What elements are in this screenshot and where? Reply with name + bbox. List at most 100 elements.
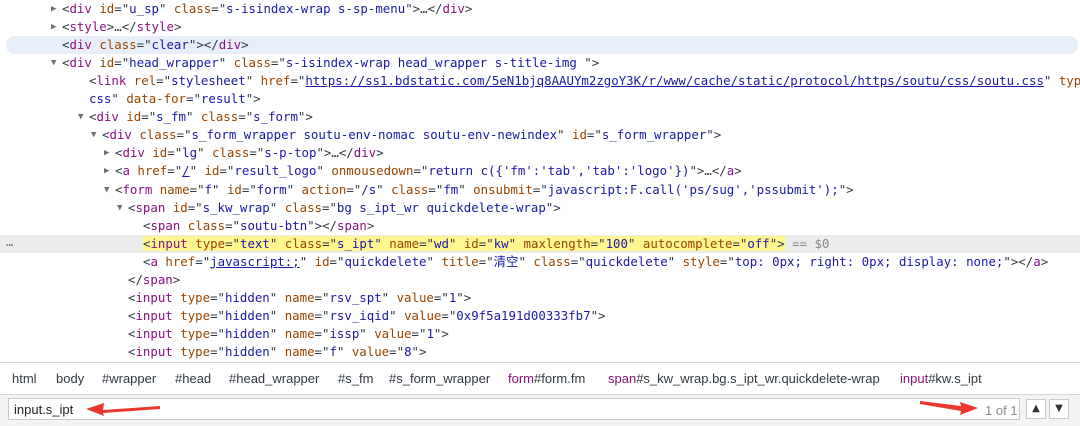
dom-node[interactable]: ▶ <a href="/" id="result_logo" onmousedow…	[0, 162, 1080, 180]
markup-token: ="	[732, 235, 748, 251]
node-menu-icon[interactable]: …	[6, 233, 13, 251]
breadcrumb-item[interactable]: #s_fm	[338, 371, 373, 386]
dom-node[interactable]: <input type="hidden" name="issp" value="…	[0, 325, 1080, 343]
markup-token: title	[441, 253, 479, 269]
markup-token: ="	[141, 109, 157, 125]
dom-node[interactable]: ▼ <div id="head_wrapper" class="s-isindex…	[0, 54, 1080, 72]
markup-token: wd	[434, 235, 449, 251]
previous-match-button[interactable]: ▲	[1026, 399, 1046, 419]
expand-triangle-down-icon[interactable]: ▼	[78, 108, 83, 126]
markup-token: a	[122, 163, 138, 179]
markup-token: ="	[225, 217, 241, 233]
dom-node[interactable]: <input type="hidden" name="rsv_spt" valu…	[0, 289, 1080, 307]
markup-token: name	[389, 235, 420, 251]
attribute-link[interactable]: javascript:;	[210, 254, 300, 269]
expand-triangle-down-icon[interactable]: ▼	[104, 181, 109, 199]
dom-node[interactable]: </span>	[0, 271, 1080, 289]
markup-token: class	[391, 181, 429, 197]
markup-token: ="	[478, 235, 494, 251]
breadcrumb-label: #wrapper	[102, 371, 157, 386]
markup-token: ="	[314, 289, 330, 305]
next-match-button[interactable]: ▼	[1049, 399, 1069, 419]
dom-node[interactable]: <input type="hidden" name="f" value="8">	[0, 343, 1080, 361]
markup-token: div	[353, 145, 377, 161]
markup-token: ">…</	[316, 145, 354, 161]
markup-token: "	[245, 73, 261, 89]
markup-token: div	[69, 37, 100, 53]
markup-token: onsubmit	[473, 181, 533, 197]
markup-token: "	[627, 235, 643, 251]
breadcrumb-item[interactable]: #head	[175, 371, 211, 386]
markup-token: ="	[433, 289, 449, 305]
dom-node[interactable]: <link rel="stylesheet" href="https://ss1…	[0, 72, 1080, 90]
markup-token: stylesheet	[171, 73, 246, 89]
markup-token: "	[159, 1, 174, 16]
markup-token: onmousedown	[331, 163, 414, 179]
markup-token: s-p-top	[264, 145, 317, 161]
markup-token: ="	[210, 289, 225, 305]
markup-token: ="	[211, 1, 227, 16]
markup-token: 8	[404, 343, 412, 359]
breadcrumb-item[interactable]: #s_form_wrapper	[389, 371, 490, 386]
elements-tree: ▶ <div id="u_sp" class="s-isindex-wrap s-…	[0, 0, 1080, 362]
markup-token: "	[376, 181, 392, 197]
node-markup: <input type="hidden" name="issp" value="…	[128, 325, 449, 343]
breadcrumb-label: html	[12, 371, 37, 386]
expand-triangle-down-icon[interactable]: ▼	[117, 199, 122, 217]
markup-token: "	[1043, 73, 1059, 89]
dom-node[interactable]: ▶ <div id="u_sp" class="s-isindex-wrap s-…	[0, 0, 1080, 18]
dom-node[interactable]: <div class="clear"></div>	[6, 36, 1078, 55]
dom-node[interactable]: ▶ <style>…</style>	[0, 18, 1080, 36]
breadcrumb-item[interactable]: body	[56, 371, 84, 386]
breadcrumb-item[interactable]: form#form.fm	[508, 371, 585, 386]
search-input[interactable]	[8, 398, 1020, 420]
markup-token: ="	[478, 253, 494, 269]
expand-triangle-right-icon[interactable]: ▶	[104, 162, 109, 180]
breadcrumb-item[interactable]: span#s_kw_wrap.bg.s_ipt_wr.quickdelete-w…	[608, 371, 880, 386]
dom-node[interactable]: ▼ <span id="s_kw_wrap" class="bg s_ipt_wr…	[0, 199, 1080, 217]
markup-token: class	[200, 109, 239, 125]
markup-token: bg s_ipt_wr quickdelete-wrap	[336, 199, 546, 215]
expand-triangle-right-icon[interactable]: ▶	[104, 144, 109, 162]
markup-token: "	[667, 253, 683, 269]
dom-node[interactable]: ▶ <div id="lg" class="s-p-top">…</div>	[0, 144, 1080, 162]
dom-node[interactable]: <input type="hidden" name="rsv_iqid" val…	[0, 307, 1080, 325]
markup-token: ">…</	[405, 1, 443, 16]
attribute-link[interactable]: /	[182, 163, 189, 178]
expand-triangle-down-icon[interactable]: ▼	[51, 54, 56, 72]
markup-token: link	[96, 73, 134, 89]
dom-node[interactable]: css" data-for="result">	[0, 90, 1080, 108]
breadcrumb-item[interactable]: html	[12, 371, 37, 386]
breadcrumb-item[interactable]: #head_wrapper	[229, 371, 319, 386]
breadcrumb-label: #form.fm	[534, 371, 586, 386]
node-markup: <span id="s_kw_wrap" class="bg s_ipt_wr …	[128, 199, 561, 217]
expand-triangle-right-icon[interactable]: ▶	[51, 18, 56, 36]
markup-token: >	[366, 217, 375, 233]
markup-token: ">	[456, 289, 472, 305]
dom-node[interactable]: ▼ <div id="s_fm" class="s_form">	[0, 108, 1080, 126]
markup-token: input	[135, 289, 181, 305]
markup-token: ="	[413, 163, 429, 179]
markup-token: s_fm	[156, 109, 186, 125]
markup-token: ="	[322, 235, 337, 251]
dom-node[interactable]: ▼ <div class="s_form_wrapper soutu-env-no…	[0, 126, 1080, 144]
dom-node[interactable]: ▼ <form name="f" id="form" action="/s" cl…	[0, 181, 1080, 199]
markup-token: "	[111, 91, 127, 107]
markup-token: ">	[411, 343, 427, 359]
markup-token: ="	[314, 343, 330, 359]
markup-token: ">	[433, 325, 449, 341]
breadcrumb-item[interactable]: #wrapper	[102, 371, 156, 386]
markup-token: name	[284, 325, 315, 341]
markup-token: href	[260, 73, 291, 89]
dom-node[interactable]: <a href="javascript:;" id="quickdelete" …	[0, 253, 1080, 271]
selected-dom-node[interactable]: … <input type="text" class="s_ipt" name="…	[0, 233, 1080, 253]
markup-token: ="	[136, 37, 152, 53]
attribute-link[interactable]: https://ss1.bdstatic.com/5eN1bjq8AAUYm2z…	[305, 73, 1044, 88]
markup-token: s_form_wrapper soutu-env-nomac soutu-env…	[191, 127, 558, 143]
dom-node[interactable]: <span class="soutu-btn"></span>	[0, 217, 1080, 235]
expand-triangle-right-icon[interactable]: ▶	[51, 0, 56, 18]
breadcrumb-item[interactable]: input#kw.s_ipt	[900, 371, 982, 386]
markup-token: lg	[182, 145, 198, 161]
expand-triangle-down-icon[interactable]: ▼	[91, 126, 96, 144]
markup-token: s-isindex-wrap head_wrapper s-title-img	[285, 55, 585, 71]
